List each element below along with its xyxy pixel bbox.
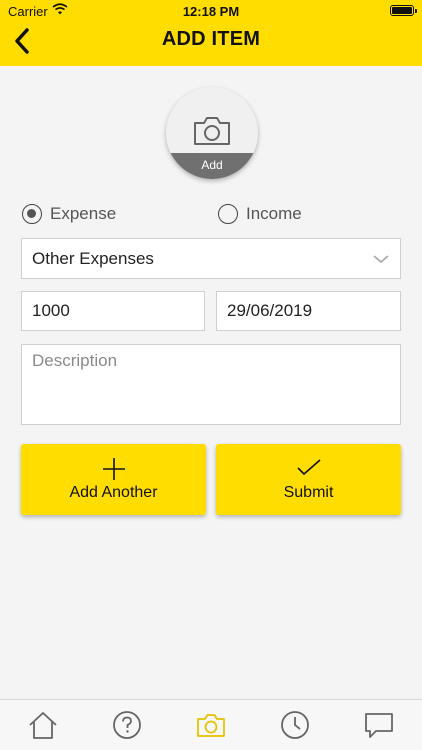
status-time: 12:18 PM	[182, 4, 240, 19]
add-another-button[interactable]: Add Another	[21, 444, 206, 515]
help-icon	[113, 711, 141, 739]
chevron-down-icon	[372, 251, 390, 271]
amount-input-box[interactable]	[21, 291, 205, 331]
add-photo-button[interactable]: Add	[166, 87, 258, 179]
tab-history[interactable]	[279, 710, 311, 740]
description-box[interactable]	[21, 344, 401, 425]
home-icon	[29, 712, 57, 739]
add-another-label: Add Another	[69, 484, 158, 501]
tab-camera[interactable]	[195, 710, 227, 740]
tab-home[interactable]	[27, 710, 59, 740]
submit-button[interactable]: Submit	[216, 444, 401, 515]
tab-bar	[0, 699, 422, 750]
income-label: Income	[246, 204, 302, 223]
status-bar: Carrier 12:18 PM	[0, 0, 422, 22]
chat-icon	[365, 713, 393, 738]
history-icon	[281, 711, 309, 739]
tab-help[interactable]	[111, 710, 143, 740]
camera-icon	[192, 115, 232, 152]
plus-icon	[102, 457, 126, 486]
tab-chat[interactable]	[363, 710, 395, 740]
page-title: ADD ITEM	[161, 28, 261, 50]
checkmark-icon	[296, 457, 322, 484]
expense-label: Expense	[50, 204, 117, 223]
expense-radio[interactable]: Expense	[22, 203, 116, 225]
battery-icon	[390, 5, 417, 16]
radio-unselected-indicator	[218, 204, 238, 224]
radio-selected-indicator	[22, 204, 42, 224]
description-input[interactable]	[32, 345, 390, 424]
add-photo-label: Add	[166, 153, 258, 179]
category-select[interactable]: Other Expenses	[21, 238, 401, 279]
submit-label: Submit	[283, 484, 334, 501]
date-input[interactable]	[227, 301, 390, 321]
income-radio[interactable]: Income	[218, 203, 302, 225]
amount-input[interactable]	[32, 301, 194, 321]
category-value: Other Expenses	[32, 248, 154, 268]
camera-icon	[197, 714, 225, 737]
date-input-box[interactable]	[216, 291, 401, 331]
